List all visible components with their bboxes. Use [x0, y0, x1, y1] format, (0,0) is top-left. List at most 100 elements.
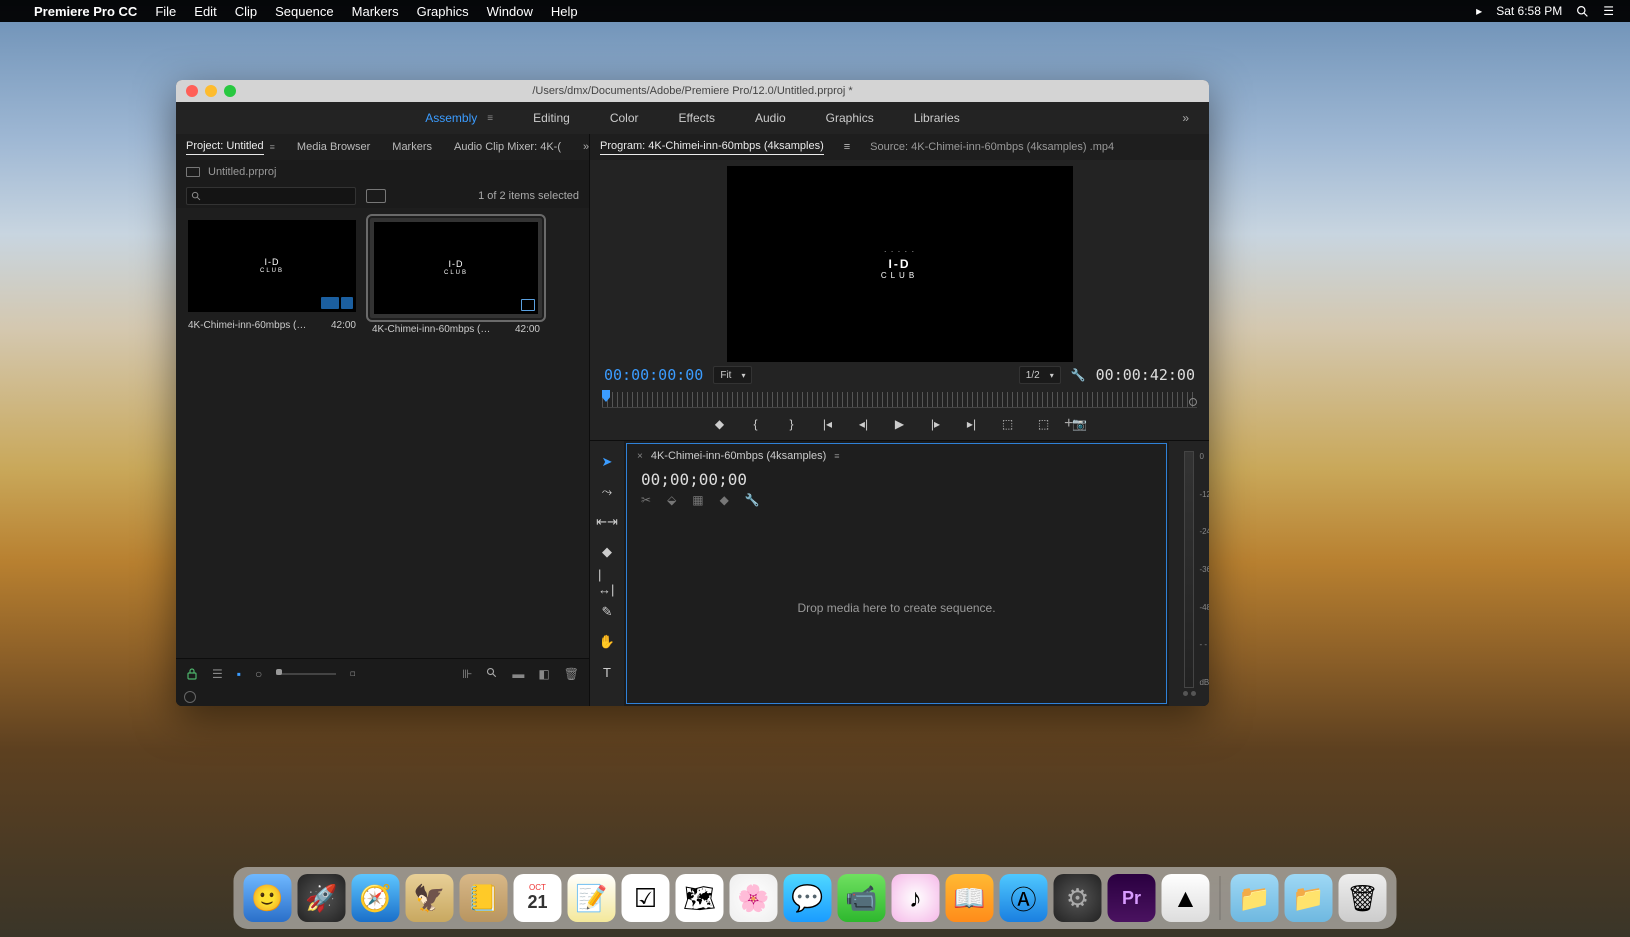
workspace-menu-icon[interactable]: ≡ — [487, 113, 493, 124]
dock-calendar-icon[interactable]: OCT21 — [514, 874, 562, 922]
menu-markers[interactable]: Markers — [352, 4, 399, 19]
lift-button[interactable]: ⬚ — [1000, 417, 1016, 431]
go-to-in-button[interactable]: |◂ — [820, 417, 836, 431]
tab-menu-icon[interactable]: ≡ — [844, 141, 850, 153]
extract-button[interactable]: ⬚ — [1036, 417, 1052, 431]
dock-photos-icon[interactable]: 🌸 — [730, 874, 778, 922]
icon-view-icon[interactable]: ▪ — [237, 667, 241, 681]
tab-audio-mixer[interactable]: Audio Clip Mixer: 4K-( — [454, 141, 561, 153]
step-forward-button[interactable]: |▸ — [928, 417, 944, 431]
snap-icon[interactable]: ⬙ — [667, 493, 676, 507]
clip-thumbnail[interactable]: I-DCLUB — [188, 220, 356, 312]
trash-icon[interactable]: 🗑 — [564, 667, 579, 681]
ripple-edit-tool-icon[interactable]: ⇤⇥ — [598, 513, 616, 531]
lock-icon[interactable] — [186, 668, 198, 680]
monitor-ruler[interactable] — [602, 392, 1197, 408]
menu-sequence[interactable]: Sequence — [275, 4, 334, 19]
new-item-icon[interactable]: ◧ — [538, 667, 549, 681]
out-point-icon[interactable] — [1189, 398, 1197, 406]
menu-edit[interactable]: Edit — [194, 4, 216, 19]
notification-icon[interactable]: ▸ — [1476, 4, 1482, 18]
dock-mail-icon[interactable]: 🦅 — [406, 874, 454, 922]
mute-dot-icon[interactable] — [1191, 691, 1196, 696]
go-to-out-button[interactable]: ▸| — [964, 417, 980, 431]
export-frame-button[interactable]: 📷 — [1072, 417, 1088, 431]
window-close-button[interactable] — [186, 85, 198, 97]
add-marker-button[interactable]: ◆ — [712, 417, 728, 431]
marker-icon[interactable]: ◆ — [720, 493, 729, 507]
tab-media-browser[interactable]: Media Browser — [297, 141, 370, 153]
selection-tool-icon[interactable]: ➤ — [598, 453, 616, 471]
timeline-timecode[interactable]: 00;00;00;00 — [627, 468, 1166, 491]
workspace-color[interactable]: Color — [610, 111, 639, 125]
window-titlebar[interactable]: /Users/dmx/Documents/Adobe/Premiere Pro/… — [176, 80, 1209, 102]
hand-tool-icon[interactable]: ✋ — [598, 633, 616, 651]
menubar-clock[interactable]: Sat 6:58 PM — [1496, 4, 1562, 18]
razor-tool-icon[interactable]: ◆ — [598, 543, 616, 561]
workspace-overflow-icon[interactable]: » — [1182, 111, 1189, 125]
window-maximize-button[interactable] — [224, 85, 236, 97]
dock-notes-icon[interactable]: 📝 — [568, 874, 616, 922]
menu-help[interactable]: Help — [551, 4, 578, 19]
dock-downloads-icon[interactable]: 📁 — [1285, 874, 1333, 922]
audio-meter[interactable]: 0 -12 -24 -36 -48 - - dB — [1169, 441, 1209, 706]
find-icon[interactable] — [486, 667, 498, 681]
project-bin[interactable]: I-DCLUB 4K-Chimei-inn-60mbps (4ks...42:0… — [176, 208, 589, 658]
dock-contacts-icon[interactable]: 📒 — [460, 874, 508, 922]
tab-project[interactable]: Project: Untitled — [186, 140, 264, 155]
dock-finder-icon[interactable]: 🙂 — [244, 874, 292, 922]
video-preview[interactable]: · · · · · I-D CLUB — [727, 166, 1073, 362]
linked-selection-icon[interactable]: ▦ — [692, 493, 703, 507]
dock-facetime-icon[interactable]: 📹 — [838, 874, 886, 922]
sort-icon[interactable]: ◇ — [348, 668, 359, 679]
step-back-button[interactable]: ◂| — [856, 417, 872, 431]
mark-in-button[interactable]: { — [748, 417, 764, 431]
tab-source-monitor[interactable]: Source: 4K-Chimei-inn-60mbps (4ksamples)… — [870, 141, 1114, 153]
type-tool-icon[interactable]: T — [598, 663, 616, 681]
insert-icon[interactable]: ✂ — [641, 493, 651, 507]
track-select-tool-icon[interactable]: ⤳ — [598, 483, 616, 501]
freeform-view-icon[interactable]: ○ — [255, 667, 262, 681]
panel-menu-icon[interactable]: ≡ — [834, 451, 839, 461]
clip-thumbnail[interactable]: I-DCLUB — [374, 222, 538, 314]
zoom-fit-dropdown[interactable]: Fit▾ — [713, 366, 752, 384]
control-center-icon[interactable]: ☰ — [1603, 4, 1614, 18]
dock-automator-icon[interactable]: ▲ — [1162, 874, 1210, 922]
workspace-effects[interactable]: Effects — [679, 111, 715, 125]
clip-item[interactable]: I-DCLUB 4K-Chimei-inn-60mbps (4ks...42:0… — [186, 218, 358, 331]
tab-program-monitor[interactable]: Program: 4K-Chimei-inn-60mbps (4ksamples… — [600, 140, 824, 155]
timeline-sequence-name[interactable]: 4K-Chimei-inn-60mbps (4ksamples) — [651, 450, 826, 462]
dock-itunes-icon[interactable]: ♪ — [892, 874, 940, 922]
sync-settings-icon[interactable] — [184, 691, 196, 703]
timeline-drop-area[interactable]: Drop media here to create sequence. — [627, 513, 1166, 703]
solo-dot-icon[interactable] — [1183, 691, 1188, 696]
clip-item[interactable]: I-DCLUB 4K-Chimei-inn-60mbps (4ks...42:0… — [370, 218, 542, 335]
dock-trash-icon[interactable]: 🗑 — [1339, 874, 1387, 922]
workspace-assembly[interactable]: Assembly — [425, 111, 477, 125]
app-menu[interactable]: Premiere Pro CC — [34, 4, 137, 19]
timecode-current[interactable]: 00:00:00:00 — [604, 366, 703, 384]
playhead-icon[interactable] — [602, 390, 610, 402]
zoom-slider[interactable] — [276, 673, 336, 675]
dock-folder-icon[interactable]: 📁 — [1231, 874, 1279, 922]
menu-graphics[interactable]: Graphics — [417, 4, 469, 19]
dock-maps-icon[interactable]: 🗺 — [676, 874, 724, 922]
dock-messages-icon[interactable]: 💬 — [784, 874, 832, 922]
auto-match-icon[interactable]: ⊪ — [462, 667, 472, 681]
workspace-audio[interactable]: Audio — [755, 111, 786, 125]
pen-tool-icon[interactable]: ✎ — [598, 603, 616, 621]
tab-menu-icon[interactable]: ≡ — [270, 142, 275, 152]
window-minimize-button[interactable] — [205, 85, 217, 97]
menu-clip[interactable]: Clip — [235, 4, 257, 19]
dock-appstore-icon[interactable]: Ⓐ — [1000, 874, 1048, 922]
search-input[interactable] — [186, 187, 356, 205]
new-bin-footer-icon[interactable]: ▬ — [512, 667, 524, 681]
dock-ibooks-icon[interactable]: 📖 — [946, 874, 994, 922]
resolution-dropdown[interactable]: 1/2▾ — [1019, 366, 1061, 384]
dock-reminders-icon[interactable]: ☑ — [622, 874, 670, 922]
button-editor-icon[interactable]: + — [1064, 415, 1073, 433]
timeline-tab-close-icon[interactable]: × — [637, 451, 643, 462]
play-button[interactable]: ▶ — [892, 417, 908, 431]
tab-markers[interactable]: Markers — [392, 141, 432, 153]
dock-safari-icon[interactable]: 🧭 — [352, 874, 400, 922]
